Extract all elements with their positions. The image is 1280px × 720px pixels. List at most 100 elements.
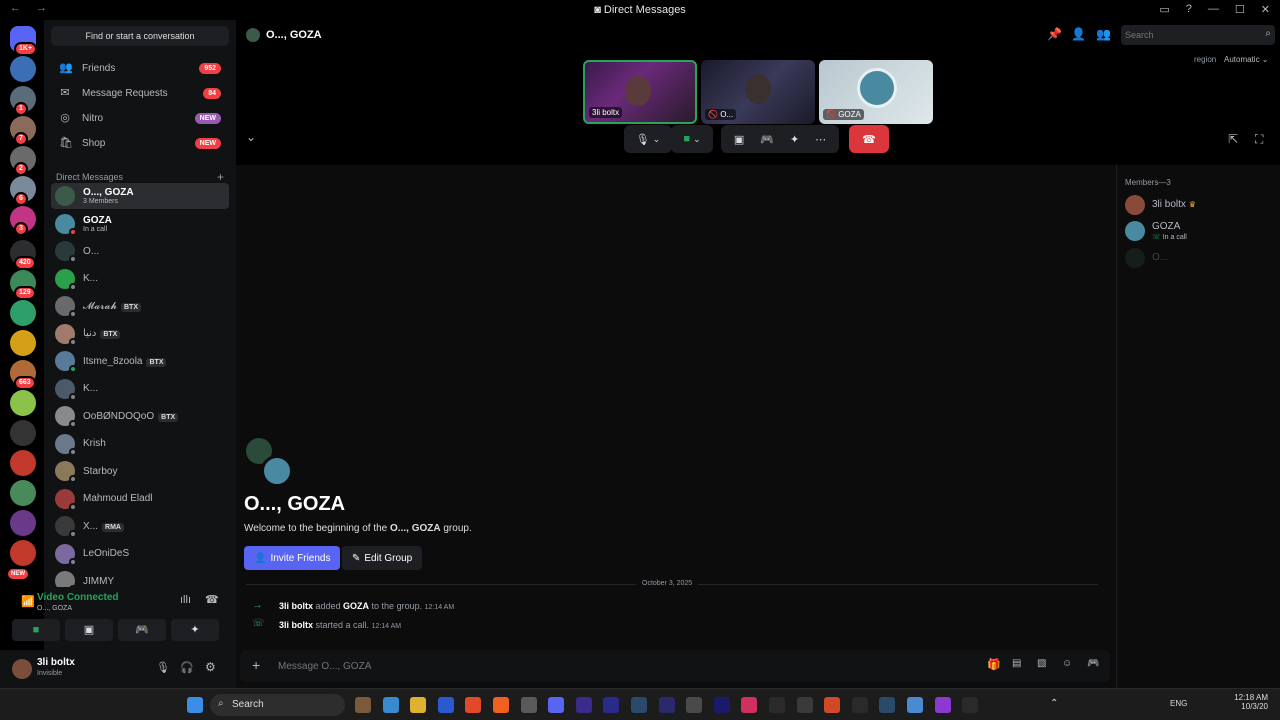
message-actor[interactable]: 3li boltx bbox=[279, 620, 313, 630]
microphone-icon[interactable]: 🎙 bbox=[156, 661, 170, 674]
maximize-button[interactable]: ☐ bbox=[1235, 3, 1245, 16]
taskbar-app-icon[interactable] bbox=[631, 697, 647, 713]
dm-item[interactable]: 𝓜𝓪𝓻𝓪𝓱 BTX bbox=[51, 293, 229, 319]
taskbar-app-icon[interactable] bbox=[824, 697, 841, 713]
close-button[interactable]: ✕ bbox=[1261, 3, 1270, 16]
dm-item[interactable]: X... RMA bbox=[51, 513, 229, 539]
video-tile[interactable]: 🚫 O... bbox=[701, 60, 815, 124]
more-icon[interactable]: ⋯ bbox=[815, 133, 826, 146]
voice-channel[interactable]: O..., GOZA bbox=[37, 605, 72, 612]
screen-icon[interactable]: ▭ bbox=[1159, 3, 1169, 16]
screen-share-button[interactable]: ▣ bbox=[65, 619, 113, 641]
dm-item[interactable]: K... bbox=[51, 376, 229, 402]
camera-button[interactable]: ■ bbox=[12, 619, 60, 641]
taskbar-app-icon[interactable] bbox=[713, 697, 730, 713]
chevron-down-icon[interactable]: ⌄ bbox=[653, 134, 661, 145]
activity-button[interactable]: 🎮 bbox=[118, 619, 166, 641]
headphones-icon[interactable]: 🎧 bbox=[180, 661, 194, 674]
server-icon[interactable] bbox=[10, 480, 36, 506]
dm-item[interactable]: Itsme_8zoola BTX bbox=[51, 348, 229, 374]
popout-icon[interactable]: ⇱ bbox=[1228, 132, 1238, 146]
taskbar-app-icon[interactable] bbox=[686, 697, 703, 713]
member-item[interactable]: GOZA ☏ In a call bbox=[1125, 218, 1275, 244]
pin-icon[interactable]: 📌 bbox=[1047, 27, 1062, 41]
attach-plus-icon[interactable]: + bbox=[252, 657, 260, 673]
taskbar-app-icon[interactable] bbox=[962, 697, 979, 713]
taskbar-app-icon[interactable] bbox=[851, 697, 868, 713]
taskbar-app-icon[interactable] bbox=[741, 697, 758, 713]
invite-friends-button[interactable]: 👤 Invite Friends bbox=[244, 546, 341, 570]
start-icon[interactable] bbox=[187, 697, 203, 713]
gift-icon[interactable]: 🎁 bbox=[987, 658, 1001, 671]
video-tile[interactable]: 🚫 GOZA bbox=[819, 60, 933, 124]
server-icon[interactable] bbox=[10, 56, 36, 82]
server-icon[interactable] bbox=[10, 390, 36, 416]
username[interactable]: 3li boltx bbox=[37, 657, 75, 668]
emoji-icon[interactable]: ☺ bbox=[1062, 658, 1072, 669]
chevron-down-icon[interactable]: ⌄ bbox=[693, 134, 701, 145]
taskbar-app-icon[interactable] bbox=[934, 697, 951, 713]
dm-item[interactable]: دنيا BTX bbox=[51, 321, 229, 347]
language-indicator[interactable]: ENG bbox=[1170, 699, 1187, 708]
taskbar-app-icon[interactable] bbox=[548, 697, 565, 713]
leave-call-button[interactable]: ☎ bbox=[849, 125, 889, 153]
taskbar-app-icon[interactable] bbox=[879, 697, 896, 713]
activity-icon[interactable]: 🎮 bbox=[1087, 658, 1099, 669]
taskbar-app-icon[interactable] bbox=[658, 697, 675, 713]
mute-button[interactable]: 🎙 ⌄ bbox=[624, 125, 672, 153]
dm-item[interactable]: Krish bbox=[51, 431, 229, 457]
sticker-icon[interactable]: ▧ bbox=[1037, 658, 1046, 669]
create-dm-icon[interactable]: + bbox=[217, 170, 224, 184]
server-icon[interactable] bbox=[10, 450, 36, 476]
member-item[interactable]: 3li boltx ♛ bbox=[1125, 194, 1275, 216]
dm-item[interactable]: O... bbox=[51, 238, 229, 264]
taskbar-app-icon[interactable] bbox=[465, 697, 482, 713]
dm-item[interactable]: O..., GOZA 3 Members bbox=[51, 183, 229, 209]
fullscreen-icon[interactable]: ⛶ bbox=[1255, 132, 1263, 147]
add-member-icon[interactable]: 👤 bbox=[1071, 27, 1086, 41]
server-icon[interactable] bbox=[10, 300, 36, 326]
voice-status[interactable]: Video Connected bbox=[37, 592, 119, 603]
screen-share-icon[interactable]: ▣ bbox=[734, 133, 744, 146]
dm-item[interactable]: K... bbox=[51, 266, 229, 292]
taskbar-app-icon[interactable] bbox=[437, 697, 454, 713]
server-icon[interactable] bbox=[10, 420, 36, 446]
taskbar-app-icon[interactable] bbox=[796, 697, 813, 713]
taskbar-app-icon[interactable] bbox=[382, 697, 399, 713]
minimize-button[interactable]: — bbox=[1208, 3, 1219, 16]
signal-icon[interactable]: 📶 bbox=[21, 595, 35, 608]
find-conversation-button[interactable]: Find or start a conversation bbox=[51, 26, 229, 46]
message-actor[interactable]: 3li boltx bbox=[279, 601, 313, 611]
dm-item[interactable]: Mahmoud Eladl bbox=[51, 486, 229, 512]
search-box[interactable]: ⌕ bbox=[1121, 25, 1275, 45]
gif-icon[interactable]: ▤ bbox=[1012, 658, 1021, 669]
message-input[interactable] bbox=[278, 656, 838, 676]
taskbar-app-icon[interactable] bbox=[520, 697, 537, 713]
noise-suppression-icon[interactable]: ıllı bbox=[180, 594, 191, 606]
dm-item[interactable]: Starboy bbox=[51, 458, 229, 484]
taskbar-app-icon[interactable] bbox=[493, 697, 509, 713]
dm-item[interactable]: OoBØNDOQoO BTX bbox=[51, 403, 229, 429]
nav-shop[interactable]: 🛍 Shop NEW bbox=[51, 132, 229, 154]
server-icon[interactable] bbox=[10, 540, 36, 566]
video-tile[interactable]: 3li boltx bbox=[583, 60, 697, 124]
clock[interactable]: 12:18 AM 10/3/20 bbox=[1232, 693, 1268, 711]
member-list-icon[interactable]: 👥 bbox=[1096, 27, 1111, 41]
dm-item[interactable]: GOZA In a call bbox=[51, 211, 229, 237]
taskbar-app-icon[interactable] bbox=[410, 697, 427, 713]
disconnect-icon[interactable]: ☎ bbox=[205, 593, 219, 606]
dm-item[interactable]: LeOniDeS bbox=[51, 541, 229, 567]
server-icon[interactable] bbox=[10, 510, 36, 536]
nav-friends[interactable]: 👥 Friends 952 bbox=[51, 57, 229, 79]
nav-nitro[interactable]: ◎ Nitro NEW bbox=[51, 107, 229, 129]
taskbar-search[interactable]: ⌕ Search bbox=[210, 694, 345, 716]
search-input[interactable] bbox=[1121, 25, 1241, 45]
taskbar-app-icon[interactable] bbox=[603, 697, 620, 713]
help-icon[interactable]: ? bbox=[1186, 3, 1192, 16]
activity-icon[interactable]: 🎮 bbox=[760, 133, 774, 146]
taskbar-app-icon[interactable] bbox=[355, 697, 371, 713]
taskbar-app-icon[interactable] bbox=[907, 697, 923, 713]
taskbar-app-icon[interactable] bbox=[769, 697, 785, 713]
taskbar-app-icon[interactable] bbox=[575, 697, 592, 713]
member-item[interactable]: O... bbox=[1125, 247, 1275, 269]
